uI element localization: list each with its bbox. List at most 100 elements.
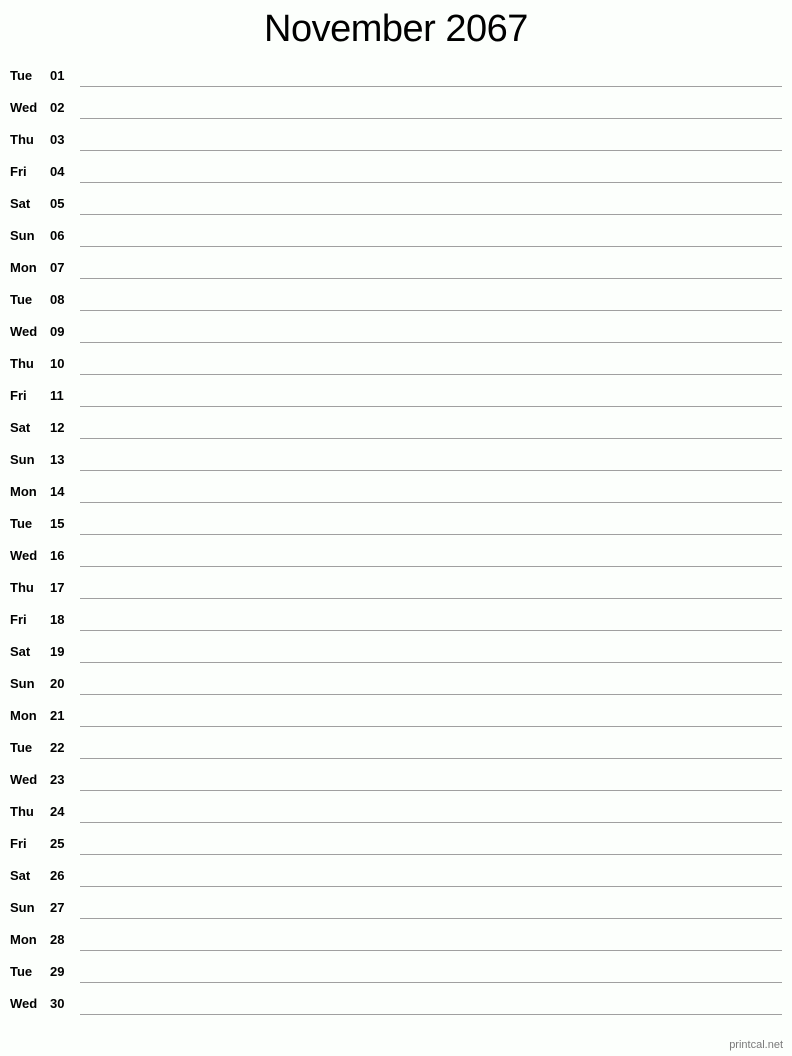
day-row: Wed 23 xyxy=(0,768,792,800)
day-of-week: Mon xyxy=(10,932,37,947)
day-row: Sat 05 xyxy=(0,192,792,224)
day-number: 12 xyxy=(50,420,65,435)
writing-line xyxy=(80,694,782,695)
writing-line xyxy=(80,278,782,279)
writing-line xyxy=(80,406,782,407)
day-row: Sat 19 xyxy=(0,640,792,672)
day-number: 25 xyxy=(50,836,65,851)
day-of-week: Mon xyxy=(10,708,37,723)
writing-line xyxy=(80,598,782,599)
writing-line xyxy=(80,662,782,663)
day-of-week: Fri xyxy=(10,164,27,179)
day-of-week: Thu xyxy=(10,132,34,147)
day-row: Sun 06 xyxy=(0,224,792,256)
writing-line xyxy=(80,566,782,567)
day-of-week: Sun xyxy=(10,452,35,467)
day-row: Thu 03 xyxy=(0,128,792,160)
day-of-week: Wed xyxy=(10,772,38,787)
day-number: 04 xyxy=(50,164,65,179)
day-row: Thu 10 xyxy=(0,352,792,384)
day-of-week: Tue xyxy=(10,516,33,531)
writing-line xyxy=(80,918,782,919)
day-row: Wed 09 xyxy=(0,320,792,352)
day-of-week: Thu xyxy=(10,580,34,595)
day-row: Tue 01 xyxy=(0,64,792,96)
day-of-week: Sat xyxy=(10,420,31,435)
day-row: Wed 02 xyxy=(0,96,792,128)
writing-line xyxy=(80,246,782,247)
writing-line xyxy=(80,854,782,855)
day-number: 17 xyxy=(50,580,65,595)
day-number: 19 xyxy=(50,644,65,659)
day-row: Sat 12 xyxy=(0,416,792,448)
day-row: Fri 18 xyxy=(0,608,792,640)
day-row: Tue 29 xyxy=(0,960,792,992)
day-row: Mon 14 xyxy=(0,480,792,512)
day-of-week: Fri xyxy=(10,836,27,851)
day-number: 23 xyxy=(50,772,65,787)
day-of-week: Fri xyxy=(10,388,27,403)
day-row: Sun 20 xyxy=(0,672,792,704)
day-row: Tue 15 xyxy=(0,512,792,544)
writing-line xyxy=(80,886,782,887)
day-row: Wed 16 xyxy=(0,544,792,576)
writing-line xyxy=(80,630,782,631)
writing-line xyxy=(80,758,782,759)
day-of-week: Wed xyxy=(10,548,38,563)
day-of-week: Sun xyxy=(10,228,35,243)
day-of-week: Tue xyxy=(10,964,33,979)
day-number: 01 xyxy=(50,68,65,83)
day-of-week: Mon xyxy=(10,260,37,275)
writing-line xyxy=(80,310,782,311)
writing-line xyxy=(80,502,782,503)
day-number: 28 xyxy=(50,932,65,947)
day-row: Thu 24 xyxy=(0,800,792,832)
day-number: 07 xyxy=(50,260,65,275)
day-row: Wed 30 xyxy=(0,992,792,1024)
day-of-week: Sat xyxy=(10,196,31,211)
day-of-week: Mon xyxy=(10,484,37,499)
day-number: 21 xyxy=(50,708,65,723)
day-number: 22 xyxy=(50,740,65,755)
writing-line xyxy=(80,438,782,439)
day-number: 18 xyxy=(50,612,65,627)
day-number: 27 xyxy=(50,900,65,915)
writing-line xyxy=(80,118,782,119)
writing-line xyxy=(80,790,782,791)
day-number: 16 xyxy=(50,548,65,563)
writing-line xyxy=(80,1014,782,1015)
day-number: 20 xyxy=(50,676,65,691)
day-of-week: Sun xyxy=(10,676,35,691)
day-number: 14 xyxy=(50,484,65,499)
writing-line xyxy=(80,374,782,375)
day-of-week: Sat xyxy=(10,868,31,883)
day-of-week: Wed xyxy=(10,996,38,1011)
day-number: 29 xyxy=(50,964,65,979)
day-of-week: Tue xyxy=(10,740,33,755)
day-number: 11 xyxy=(50,388,64,403)
day-of-week: Wed xyxy=(10,324,38,339)
day-number: 06 xyxy=(50,228,65,243)
day-row: Tue 22 xyxy=(0,736,792,768)
day-row: Mon 28 xyxy=(0,928,792,960)
day-row: Tue 08 xyxy=(0,288,792,320)
day-number: 24 xyxy=(50,804,65,819)
day-number: 13 xyxy=(50,452,65,467)
writing-line xyxy=(80,950,782,951)
day-row: Mon 21 xyxy=(0,704,792,736)
day-of-week: Tue xyxy=(10,292,33,307)
day-number: 08 xyxy=(50,292,65,307)
day-of-week: Thu xyxy=(10,804,34,819)
day-of-week: Thu xyxy=(10,356,34,371)
writing-line xyxy=(80,982,782,983)
day-number: 10 xyxy=(50,356,65,371)
writing-line xyxy=(80,534,782,535)
day-row: Sun 13 xyxy=(0,448,792,480)
writing-line xyxy=(80,150,782,151)
day-number: 26 xyxy=(50,868,65,883)
writing-line xyxy=(80,470,782,471)
day-row: Sun 27 xyxy=(0,896,792,928)
day-number: 02 xyxy=(50,100,65,115)
writing-line xyxy=(80,342,782,343)
page-title: November 2067 xyxy=(264,8,528,50)
